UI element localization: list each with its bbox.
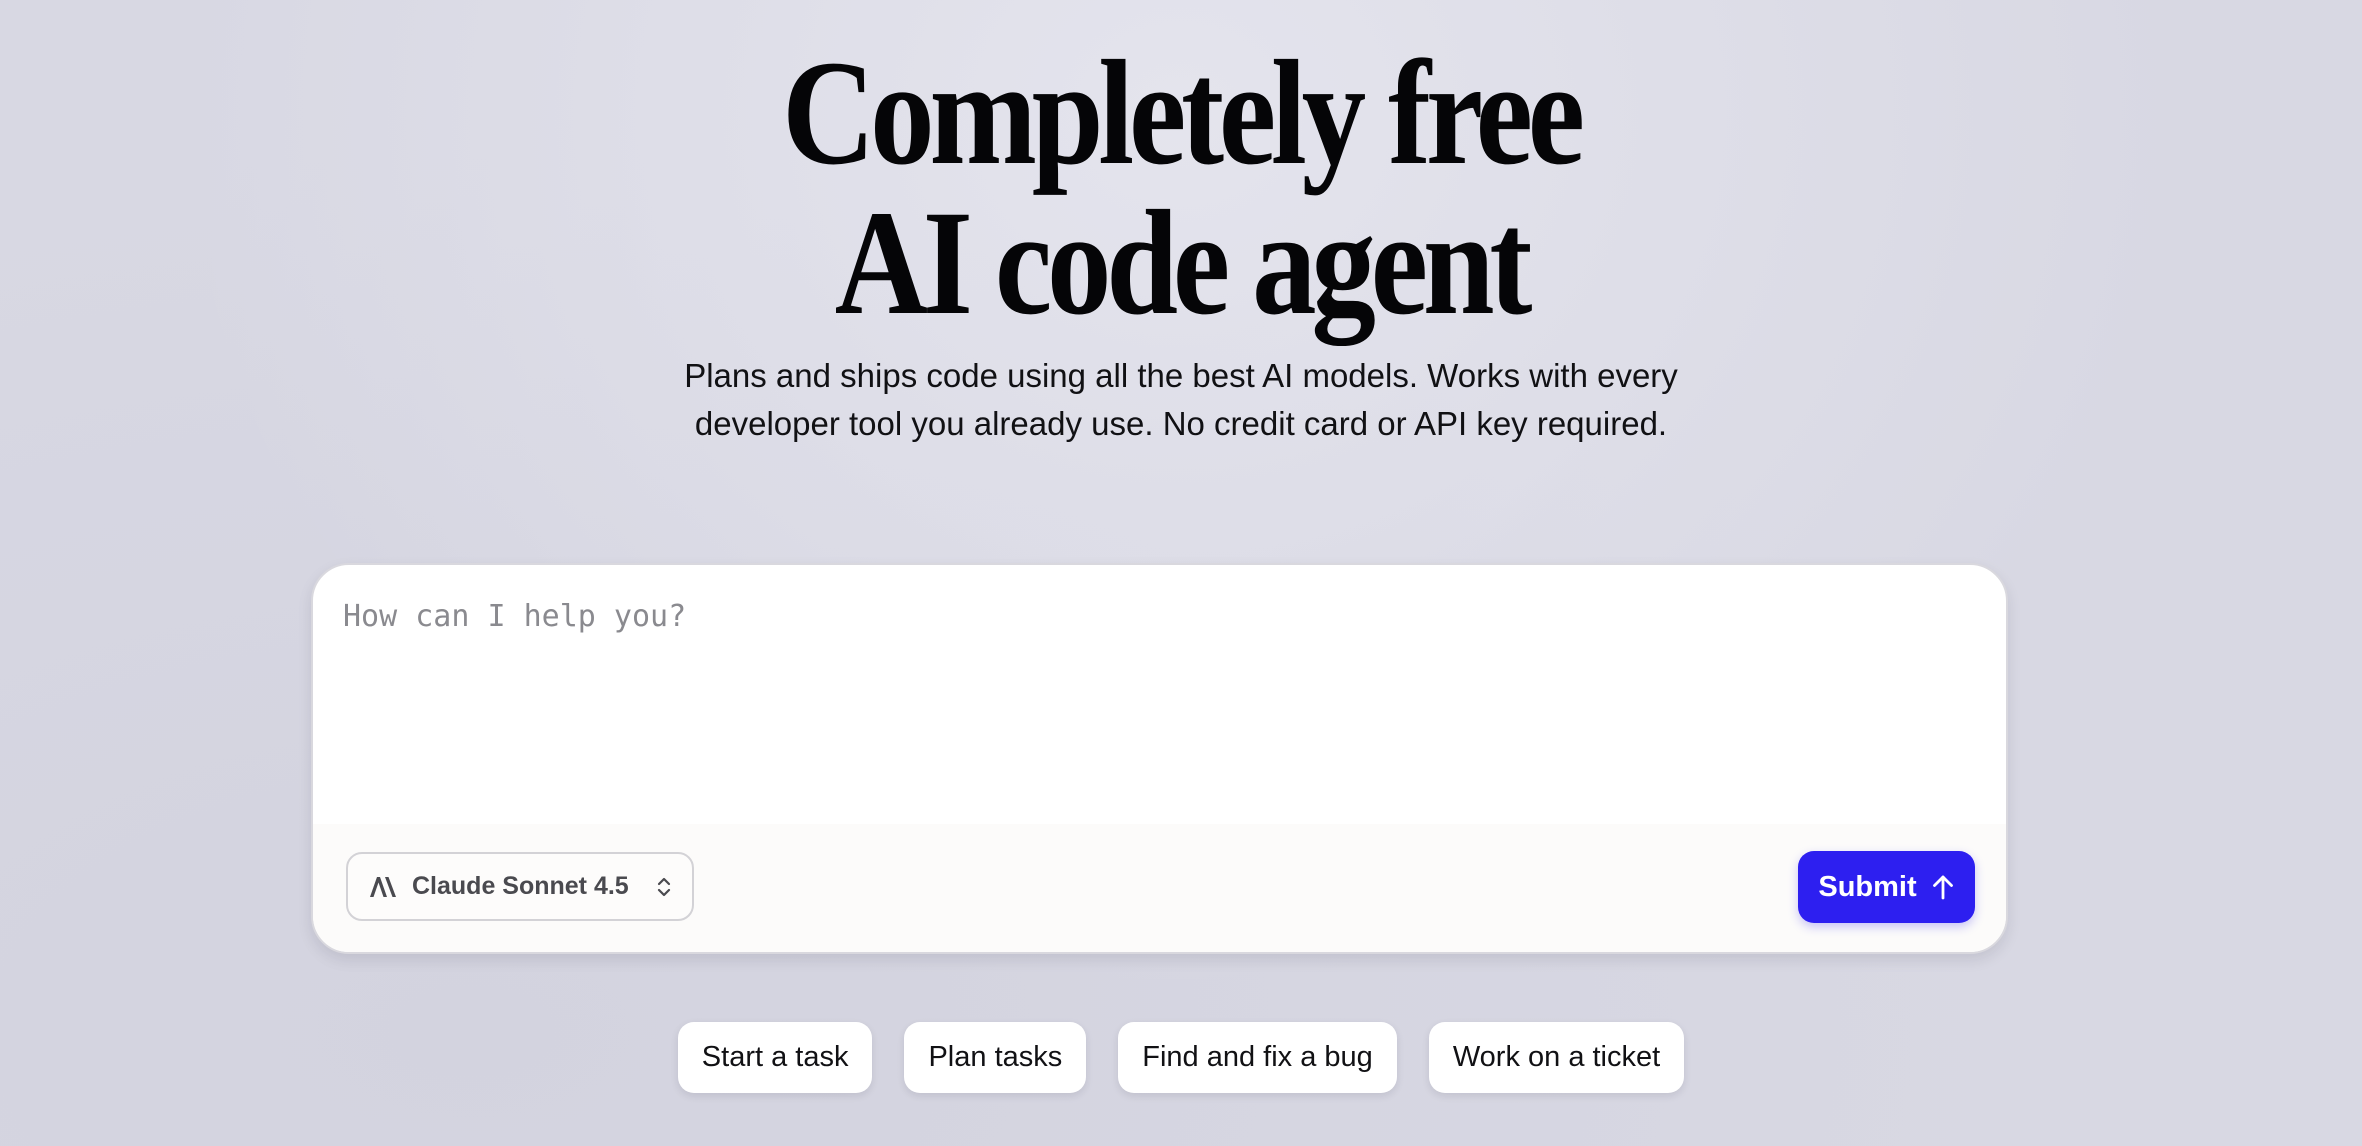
- suggestion-start-task[interactable]: Start a task: [677, 1022, 873, 1093]
- suggestion-work-on-ticket[interactable]: Work on a ticket: [1428, 1022, 1685, 1093]
- prompt-composer: Claude Sonnet 4.5 Submit: [311, 563, 2008, 954]
- page-subtitle: Plans and ships code using all the best …: [631, 352, 1731, 448]
- chevron-updown-icon: [656, 875, 672, 899]
- subtitle-line-2: developer tool you already use. No credi…: [694, 405, 1668, 442]
- prompt-input[interactable]: [343, 597, 1963, 777]
- hero: Completely free AI code agent: [0, 38, 2362, 338]
- page-headline: Completely free AI code agent: [165, 38, 2196, 338]
- composer-footer: Claude Sonnet 4.5 Submit: [313, 824, 2006, 952]
- submit-button-label: Submit: [1818, 870, 1917, 903]
- suggestion-plan-tasks[interactable]: Plan tasks: [904, 1022, 1087, 1093]
- arrow-up-icon: [1931, 874, 1955, 900]
- headline-line-2: AI code agent: [834, 180, 1533, 346]
- headline-line-1: Completely free: [782, 30, 1585, 196]
- suggestion-find-fix-bug[interactable]: Find and fix a bug: [1118, 1022, 1397, 1093]
- model-select[interactable]: Claude Sonnet 4.5: [346, 852, 694, 921]
- model-select-label: Claude Sonnet 4.5: [412, 872, 629, 900]
- subtitle-line-1: Plans and ships code using all the best …: [684, 357, 1678, 394]
- submit-button[interactable]: Submit: [1798, 851, 1975, 923]
- suggestion-chips: Start a task Plan tasks Find and fix a b…: [0, 1022, 2362, 1093]
- anthropic-logo-icon: [368, 875, 398, 899]
